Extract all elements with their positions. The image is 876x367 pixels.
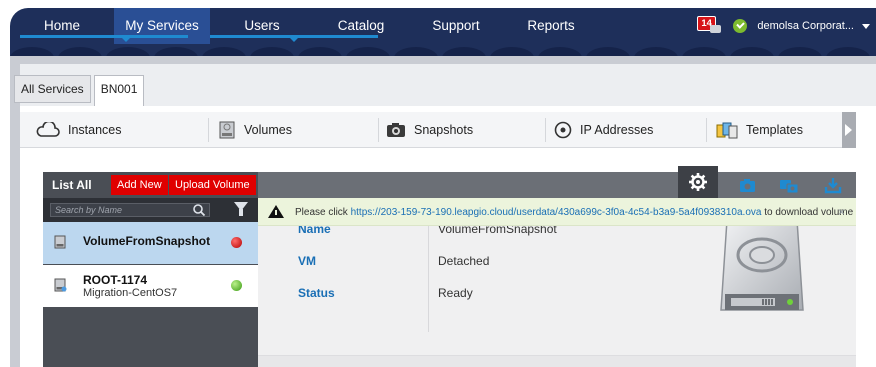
category-ip-addresses[interactable]: IP Addresses: [554, 112, 653, 148]
nav-reports[interactable]: Reports: [504, 8, 598, 44]
field-label-vm: VM: [298, 254, 316, 268]
camera-icon: [387, 123, 405, 137]
category-divider: [378, 118, 379, 142]
account-menu[interactable]: demolsa Corporat...: [757, 20, 854, 32]
search-input[interactable]: Search by Name: [50, 203, 210, 217]
chevron-right-icon[interactable]: [842, 112, 856, 148]
download-button[interactable]: [816, 172, 850, 198]
list-item[interactable]: VolumeFromSnapshot: [43, 222, 258, 264]
category-label: IP Addresses: [580, 123, 654, 137]
chat-bubble-icon: [710, 25, 722, 33]
category-label: Templates: [746, 123, 803, 137]
list-item[interactable]: ROOT-1174 Migration-CentOS7: [43, 265, 258, 307]
hard-drive-icon: [219, 121, 235, 139]
download-link[interactable]: https://203-159-73-190.leapgio.cloud/use…: [351, 207, 762, 218]
category-volumes[interactable]: Volumes: [218, 112, 292, 148]
status-indicator: [231, 280, 242, 291]
category-pointer: [288, 36, 300, 42]
gear-icon: [689, 173, 707, 191]
upload-volume-button[interactable]: Upload Volume: [169, 175, 256, 195]
camera-swap-icon: [780, 180, 799, 194]
category-instances[interactable]: Instances: [36, 112, 122, 148]
category-snapshots[interactable]: Snapshots: [386, 112, 473, 148]
item-name: ROOT-1174: [83, 273, 148, 287]
filter-icon-stem: [239, 209, 243, 216]
camera-icon: [740, 179, 755, 192]
notice-text-before: Please click: [295, 207, 351, 218]
copy-snapshot-button[interactable]: [772, 172, 806, 198]
templates-icon: [716, 122, 738, 139]
chevron-down-icon[interactable]: [862, 23, 870, 29]
field-value-vm: Detached: [438, 254, 490, 268]
check-circle-icon: [733, 19, 748, 33]
category-label: Snapshots: [414, 123, 474, 137]
tab-bn001[interactable]: BN001: [93, 75, 145, 107]
category-label: Volumes: [244, 123, 292, 137]
volume-icon: [54, 278, 67, 292]
nav-home[interactable]: Home: [10, 8, 114, 44]
close-icon[interactable]: ×: [838, 205, 845, 219]
volume-icon: [54, 235, 66, 249]
warning-icon-mark: [275, 210, 277, 215]
cloud-icon: [36, 122, 60, 137]
category-divider: [208, 118, 209, 142]
category-bar: Instances Volumes Snapshots IP Addresses…: [20, 112, 856, 148]
category-divider: [706, 118, 707, 142]
category-pointer: [120, 36, 132, 42]
category-templates[interactable]: Templates: [716, 112, 803, 148]
main-menu: Home My Services Users Catalog Support R…: [10, 8, 598, 44]
notifications-button[interactable]: 14: [697, 16, 723, 36]
details-divider: [428, 226, 429, 332]
field-label-status: Status: [298, 286, 335, 300]
download-icon: [824, 178, 842, 194]
globe-icon: [554, 121, 572, 139]
settings-button[interactable]: [678, 166, 718, 198]
nav-support[interactable]: Support: [408, 8, 504, 44]
item-subtitle: Migration-CentOS7: [83, 287, 178, 299]
add-new-button[interactable]: Add New: [111, 175, 168, 195]
tab-all-services[interactable]: All Services: [14, 75, 91, 103]
details-footer: [258, 355, 856, 367]
category-label: Instances: [68, 123, 122, 137]
nav-catalog[interactable]: Catalog: [314, 8, 408, 44]
category-underline: [20, 35, 188, 38]
list-all-label[interactable]: List All: [52, 178, 92, 192]
field-value-status: Ready: [438, 286, 473, 300]
nav-right: 14 demolsa Corporat...: [697, 8, 870, 44]
service-tabs: All Services BN001: [14, 75, 147, 107]
detail-toolbar: [258, 172, 856, 198]
notice-message: Please click https://203-159-73-190.leap…: [295, 207, 853, 218]
snapshot-button[interactable]: [730, 172, 764, 198]
category-divider: [545, 118, 546, 142]
item-name: VolumeFromSnapshot: [83, 234, 211, 248]
status-indicator: [231, 237, 242, 248]
search-icon[interactable]: [192, 203, 206, 217]
